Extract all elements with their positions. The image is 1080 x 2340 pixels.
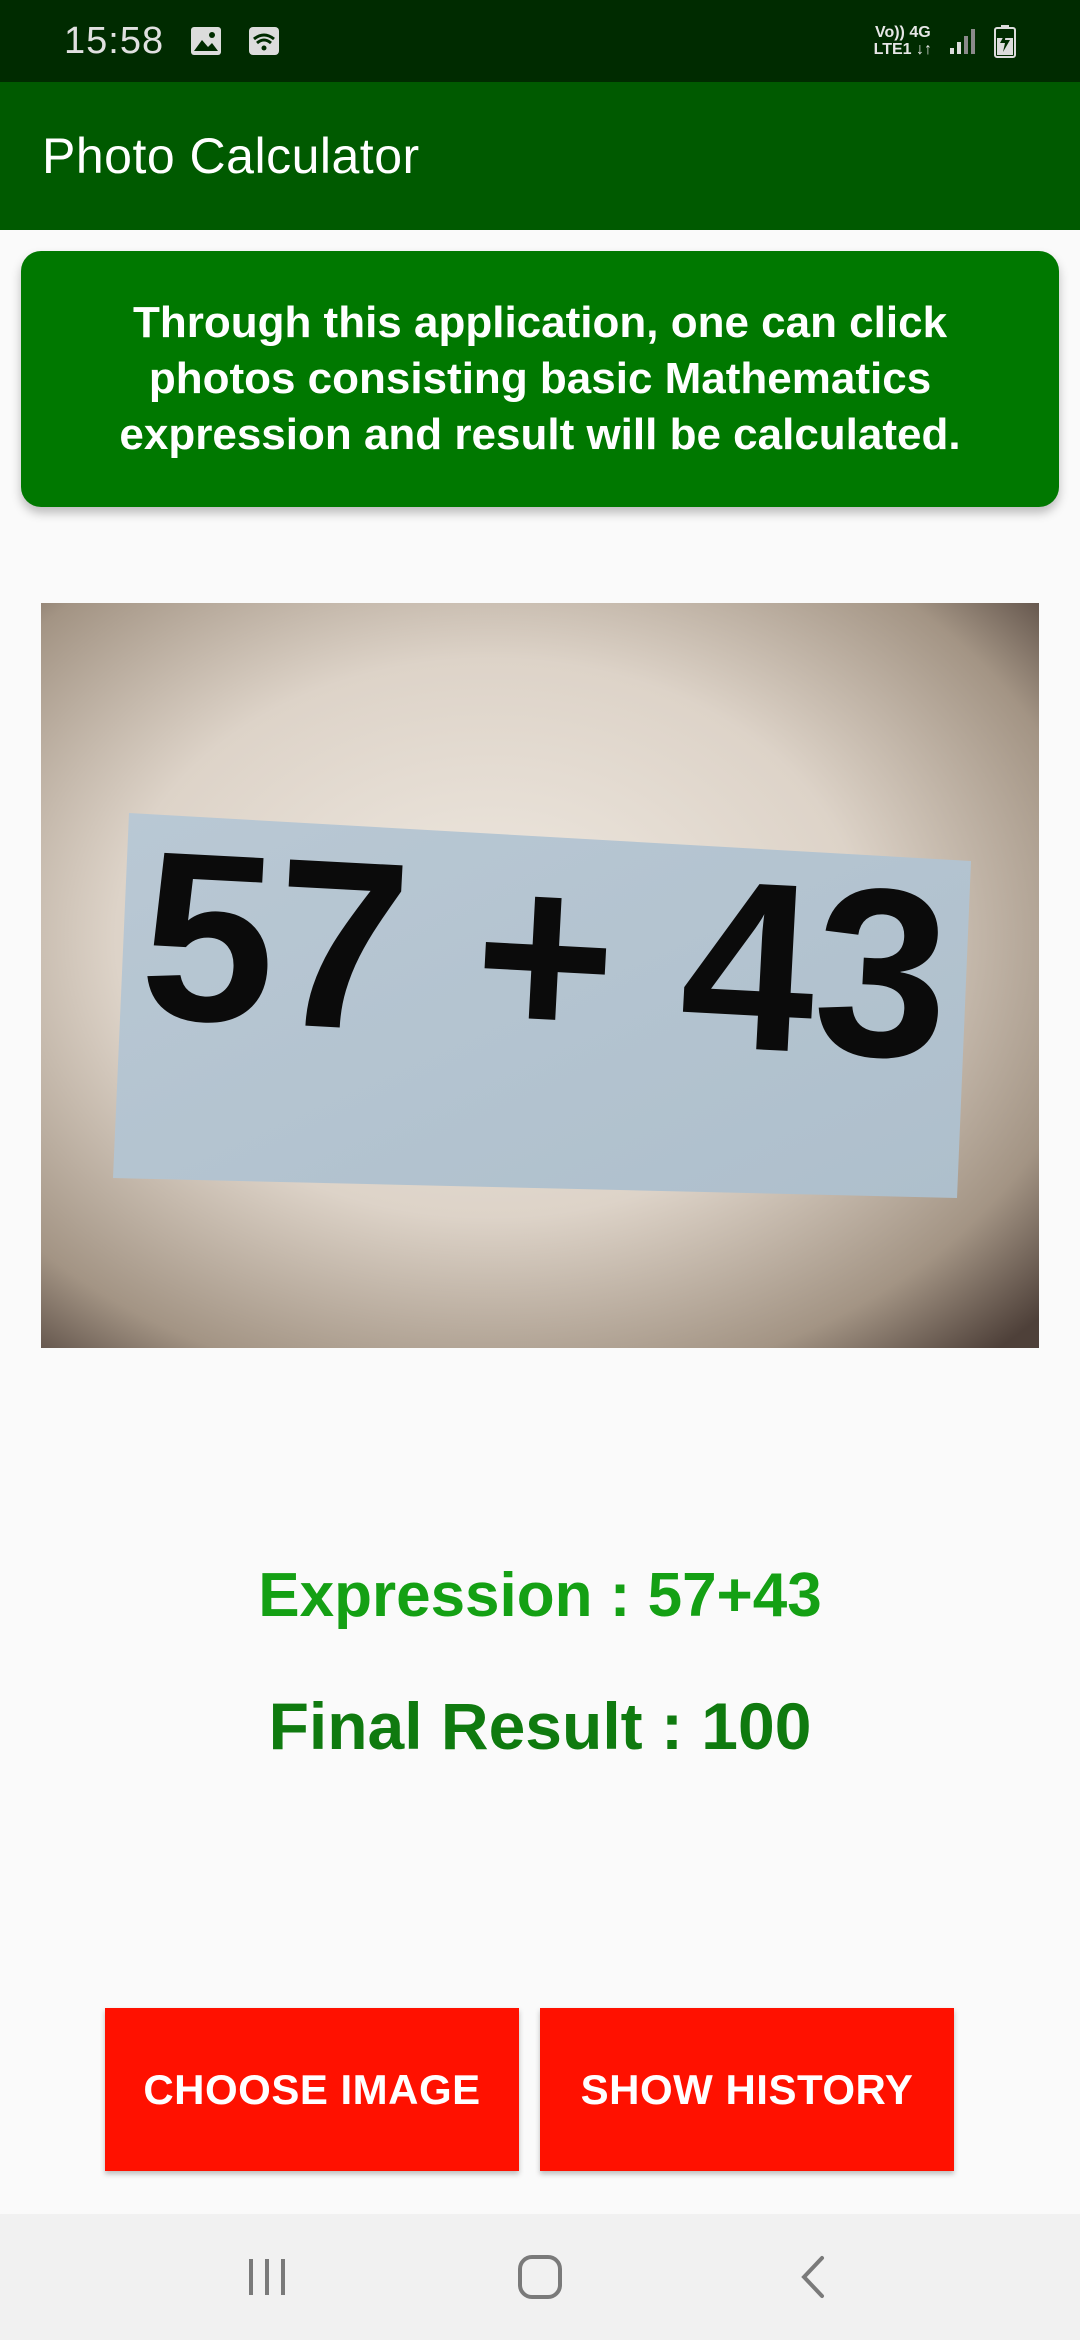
- signal-icon: [948, 26, 978, 56]
- show-history-button[interactable]: SHOW HISTORY: [540, 2008, 954, 2171]
- status-bar-left: 15:58: [64, 20, 280, 63]
- status-bar-right: Vo)) 4G LTE1 ↓↑: [874, 24, 1016, 58]
- gallery-icon: [190, 26, 222, 56]
- navigation-bar: [0, 2214, 1080, 2340]
- network-line-2: LTE1 ↓↑: [873, 41, 932, 58]
- battery-icon: [994, 24, 1016, 58]
- back-icon[interactable]: [768, 2232, 858, 2322]
- info-text: Through this application, one can click …: [119, 298, 961, 459]
- network-indicator: Vo)) 4G LTE1 ↓↑: [874, 24, 932, 58]
- status-time: 15:58: [64, 19, 165, 62]
- app-title: Photo Calculator: [42, 128, 420, 184]
- wifi-icon: [248, 26, 280, 56]
- choose-image-button[interactable]: CHOOSE IMAGE: [105, 2008, 519, 2171]
- expression-text: Expression : 57+43: [258, 1561, 822, 1630]
- home-icon[interactable]: [495, 2232, 585, 2322]
- info-card: Through this application, one can click …: [21, 251, 1059, 507]
- recents-icon[interactable]: [222, 2232, 312, 2322]
- app-bar: Photo Calculator: [0, 82, 1080, 230]
- network-line-1: Vo)) 4G: [874, 24, 931, 41]
- screen: 15:58 Vo)) 4G LTE1 ↓↑ Photo Calculator T…: [0, 0, 1080, 2340]
- final-result-text: Final Result : 100: [268, 1689, 812, 1763]
- photo-expression: 57 + 43: [135, 800, 955, 1110]
- captured-photo[interactable]: 57 + 43: [41, 603, 1039, 1348]
- status-bar: 15:58 Vo)) 4G LTE1 ↓↑: [0, 0, 1080, 82]
